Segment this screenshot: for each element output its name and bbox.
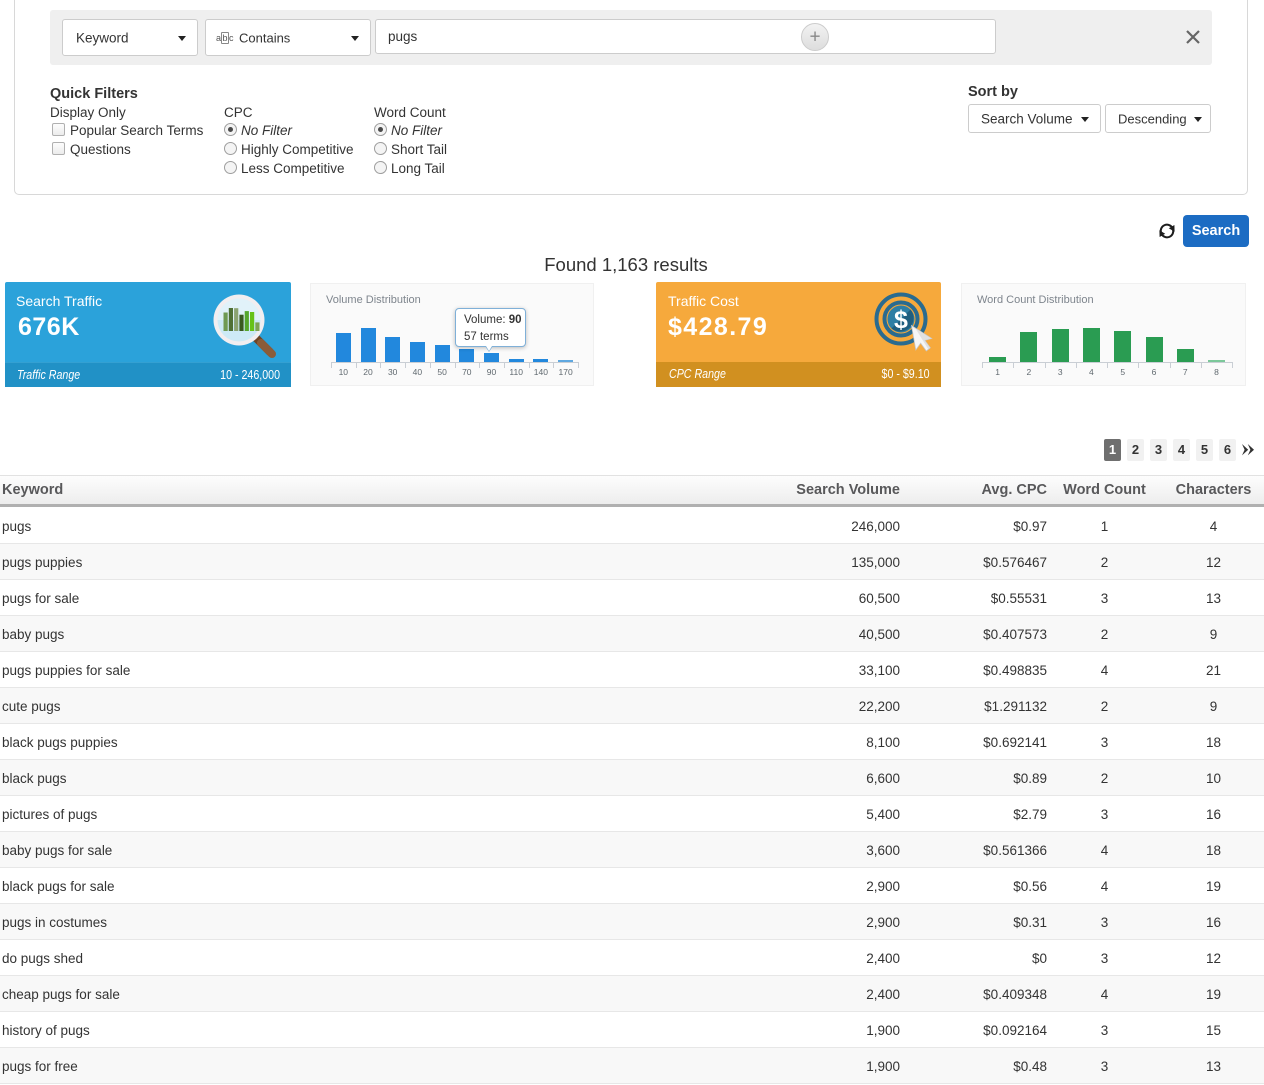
svg-text:$: $ xyxy=(894,306,908,334)
